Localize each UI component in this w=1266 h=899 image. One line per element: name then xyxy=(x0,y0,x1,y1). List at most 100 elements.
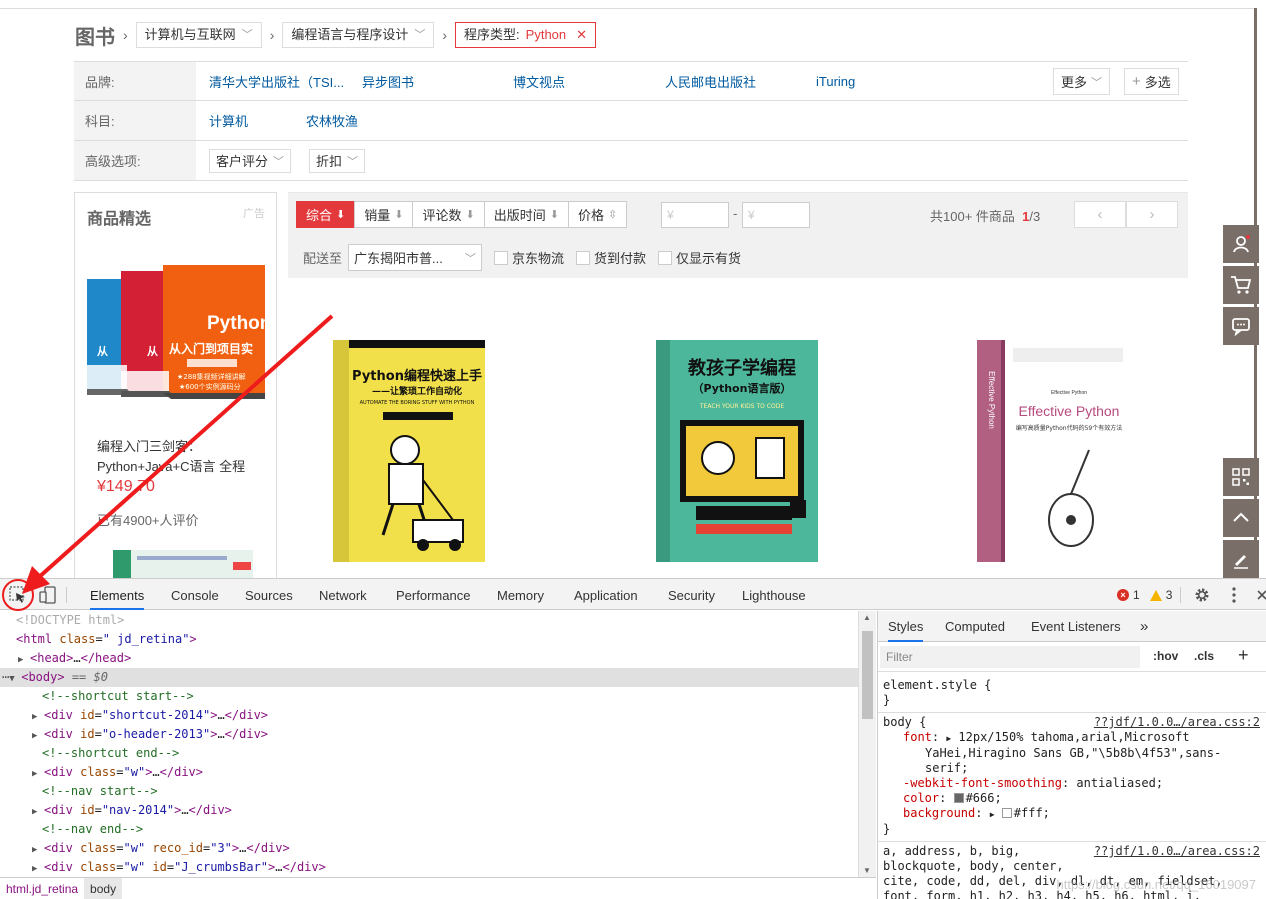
dom-tree[interactable]: <!DOCTYPE html> <html class=" jd_retina"… xyxy=(0,611,858,877)
add-rule-button[interactable]: + xyxy=(1238,645,1249,666)
more-vertical-icon[interactable] xyxy=(1224,585,1244,605)
ship-to-dropdown[interactable]: 广东揭阳市普... ﹀ xyxy=(348,244,483,271)
issue-counts[interactable]: × 1 3 xyxy=(1117,588,1172,602)
selected-filter-chip[interactable]: 程序类型: Python ✕ xyxy=(455,22,597,48)
sort-comprehensive-button[interactable]: 综合 ⬇ xyxy=(296,201,356,228)
next-page-button[interactable]: › xyxy=(1126,201,1178,228)
dom-node[interactable]: ▶ <div id="shortcut-2014">…</div> xyxy=(0,706,858,725)
price-min-input[interactable]: ¥ xyxy=(661,202,729,228)
warning-count: 3 xyxy=(1165,588,1173,602)
tab-sources[interactable]: Sources xyxy=(245,579,293,610)
tab-lighthouse[interactable]: Lighthouse xyxy=(742,579,806,610)
hover-state-toggle[interactable]: :hov xyxy=(1153,649,1178,663)
brand-link[interactable]: 人民邮电出版社 xyxy=(665,72,756,91)
dom-breadcrumb-item[interactable]: html.jd_retina xyxy=(0,878,84,899)
tab-network[interactable]: Network xyxy=(319,579,367,610)
error-count: 1 xyxy=(1133,588,1140,602)
dom-node[interactable]: <!--shortcut start--> xyxy=(0,687,858,706)
brand-link[interactable]: 清华大学出版社（TSI... xyxy=(209,72,344,91)
subject-link[interactable]: 农林牧渔 xyxy=(306,111,358,130)
cart-icon[interactable] xyxy=(1223,266,1259,304)
brand-link[interactable]: iTuring xyxy=(816,74,855,89)
brand-link[interactable]: 异步图书 xyxy=(362,72,414,91)
sort-comments-button[interactable]: 评论数 ⬇ xyxy=(412,201,485,228)
product-image-teach-kids-code[interactable]: 教孩子学编程 （Python语言版） TEACH YOUR KIDS TO CO… xyxy=(656,340,818,562)
price-max-input[interactable]: ¥ xyxy=(742,202,810,228)
source-link[interactable]: ??jdf/1.0.0…/area.css:2 xyxy=(1094,715,1260,730)
scroll-down-icon[interactable]: ▼ xyxy=(863,866,871,875)
prev-page-button[interactable]: ‹ xyxy=(1074,201,1126,228)
dom-node[interactable]: <!--nav start--> xyxy=(0,782,858,801)
back-to-top-icon[interactable] xyxy=(1223,499,1259,537)
user-icon[interactable] xyxy=(1223,225,1259,263)
breadcrumb-root[interactable]: 图书 xyxy=(75,21,115,50)
elements-scrollbar[interactable]: ▲ ▼ xyxy=(858,611,876,877)
dom-node[interactable]: ▶ <div class="w">…</div> xyxy=(0,763,858,782)
sort-publish-date-button[interactable]: 出版时间 ⬇ xyxy=(483,201,569,228)
close-icon[interactable] xyxy=(1252,585,1266,605)
tab-memory[interactable]: Memory xyxy=(497,579,544,610)
discount-dropdown[interactable]: 折扣 ﹀ xyxy=(309,148,366,173)
dom-node[interactable]: ▶ <div class="w" id="J_crumbsBar">…</div> xyxy=(0,858,858,877)
dom-node-selected[interactable]: ⋯▼ <body> == $0 xyxy=(0,668,858,687)
dom-node[interactable]: ▶ <div id="nav-2014">…</div> xyxy=(0,801,858,820)
rule-selector[interactable]: element.style { xyxy=(883,678,1266,693)
dom-node[interactable]: <!DOCTYPE html> xyxy=(0,611,858,630)
rule-selector[interactable]: body {??jdf/1.0.0…/area.css:2 xyxy=(883,715,1266,730)
device-toolbar-icon[interactable] xyxy=(38,585,58,605)
tab-styles[interactable]: Styles xyxy=(888,611,924,642)
tab-security[interactable]: Security xyxy=(668,579,715,610)
promo-product-image-2[interactable] xyxy=(113,550,253,578)
message-icon[interactable] xyxy=(1223,307,1259,345)
styles-filter-input[interactable]: Filter xyxy=(880,646,1140,668)
dom-node[interactable]: <html class=" jd_retina"> xyxy=(0,630,858,649)
style-declaration[interactable]: font: ▶ 12px/150% tahoma,arial,Microsoft xyxy=(883,730,1266,746)
dom-node[interactable]: <!--shortcut end--> xyxy=(0,744,858,763)
inspect-element-icon[interactable] xyxy=(8,585,28,605)
scroll-up-icon[interactable]: ▲ xyxy=(863,613,871,622)
style-declaration[interactable]: color: #666; xyxy=(883,791,1266,806)
breadcrumb-level2[interactable]: 编程语言与程序设计 ﹀ xyxy=(282,22,435,48)
scrollbar-thumb[interactable] xyxy=(862,631,873,719)
rule-selector[interactable]: a, address, b, big, ??jdf/1.0.0…/area.css… xyxy=(883,844,1266,859)
dom-node[interactable]: ▶ <head>…</head> xyxy=(0,649,858,668)
tab-performance[interactable]: Performance xyxy=(396,579,470,610)
product-image-automate-boring-stuff[interactable]: Python编程快速上手 ——让繁琐工作自动化 AUTOMATE THE BOR… xyxy=(333,340,485,562)
more-tabs-icon[interactable]: » xyxy=(1140,611,1148,642)
edit-icon[interactable] xyxy=(1223,540,1259,578)
tab-console[interactable]: Console xyxy=(171,579,219,610)
dom-node[interactable]: ▶ <div id="o-header-2013">…</div> xyxy=(0,725,858,744)
product-image-effective-python[interactable]: Effective Python Effective Python 编写高质量P… xyxy=(977,340,1129,562)
close-icon[interactable]: ✕ xyxy=(576,23,587,47)
dom-breadcrumb-item[interactable]: body xyxy=(84,878,123,899)
subject-link[interactable]: 计算机 xyxy=(209,111,248,130)
tab-event-listeners[interactable]: Event Listeners xyxy=(1031,611,1121,642)
more-button[interactable]: 更多 ﹀ xyxy=(1053,68,1111,95)
style-declaration[interactable]: background: ▶ #fff; xyxy=(883,806,1266,822)
qrcode-icon[interactable] xyxy=(1223,458,1259,496)
dom-node[interactable]: ▶ <div class="w" reco_id="3">…</div> xyxy=(0,839,858,858)
brand-link[interactable]: 博文视点 xyxy=(513,72,565,91)
gear-icon[interactable] xyxy=(1192,585,1212,605)
breadcrumb-level1[interactable]: 计算机与互联网 ﹀ xyxy=(135,22,262,48)
in-stock-only-checkbox[interactable]: 仅显示有货 xyxy=(658,248,741,267)
dom-node[interactable]: <!--nav end--> xyxy=(0,820,858,839)
rating-dropdown[interactable]: 客户评分 ﹀ xyxy=(209,148,292,173)
tab-application[interactable]: Application xyxy=(574,579,638,610)
color-swatch[interactable] xyxy=(1001,808,1012,818)
tab-elements[interactable]: Elements xyxy=(90,579,145,610)
style-declaration[interactable]: -webkit-font-smoothing: antialiased; xyxy=(883,776,1266,791)
multi-select-button[interactable]: + 多选 xyxy=(1124,68,1179,95)
sort-price-button[interactable]: 价格 ⇳ xyxy=(567,201,628,228)
tab-computed[interactable]: Computed xyxy=(945,611,1005,642)
promo-comment-count[interactable]: 已有4900+人评价 xyxy=(97,510,199,529)
source-link[interactable]: ??jdf/1.0.0…/area.css:2 xyxy=(1094,844,1260,859)
arrow-down-icon: ⬇ xyxy=(465,209,475,221)
class-toggle[interactable]: .cls xyxy=(1194,649,1214,663)
cash-on-delivery-checkbox[interactable]: 货到付款 xyxy=(576,248,646,267)
sort-sales-button[interactable]: 销量 ⬇ xyxy=(354,201,414,228)
jd-logistics-checkbox[interactable]: 京东物流 xyxy=(494,248,564,267)
color-swatch[interactable] xyxy=(953,793,964,803)
promo-product-name[interactable]: 编程入门三剑客：Python+Java+C语言 全程 xyxy=(97,437,267,477)
promo-product-image[interactable]: Python 从入门到项目实 从 从 ★288集视频详细讲解 ★600个实例源码… xyxy=(87,265,267,415)
